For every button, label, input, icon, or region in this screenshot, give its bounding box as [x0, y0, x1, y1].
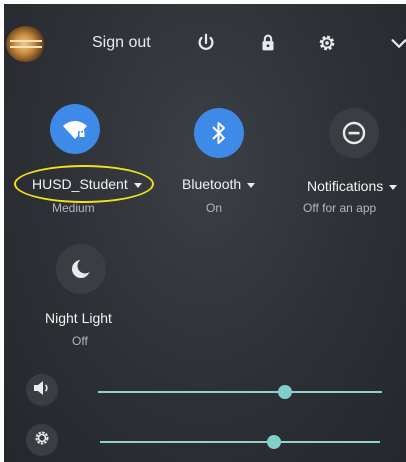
volume-slider-track[interactable]: [98, 391, 382, 393]
settings-gear-icon[interactable]: [316, 32, 338, 54]
bluetooth-label: Bluetooth: [182, 176, 242, 192]
night-light-status: Off: [72, 334, 88, 348]
brightness-button: [26, 424, 58, 456]
dropdown-caret-icon: [389, 184, 398, 190]
brightness-slider-track[interactable]: [100, 441, 380, 443]
user-avatar[interactable]: [6, 26, 46, 62]
do-not-disturb-icon: [341, 120, 367, 146]
notifications-label: Notifications: [307, 178, 384, 194]
collapse-chevron-icon[interactable]: [388, 32, 406, 54]
wifi-lock-icon: [61, 117, 89, 141]
bluetooth-dropdown[interactable]: Bluetooth: [182, 176, 256, 192]
power-icon[interactable]: [195, 32, 217, 54]
moon-icon: [68, 256, 94, 282]
brightness-icon: [33, 429, 51, 452]
speaker-icon: [33, 380, 51, 401]
wifi-signal-status: Medium: [52, 201, 95, 215]
sign-out-button[interactable]: Sign out: [92, 34, 151, 52]
volume-slider-thumb[interactable]: [278, 385, 293, 399]
bluetooth-icon: [209, 120, 229, 146]
bluetooth-status: On: [206, 201, 223, 215]
quick-settings-panel: Sign out HUSD_Student Medium Bluetooth O…: [4, 4, 406, 462]
brightness-slider-thumb[interactable]: [266, 435, 281, 449]
yellow-annotation-circle: [14, 165, 154, 203]
notifications-dropdown[interactable]: Notifications: [307, 178, 398, 194]
night-light-toggle-button[interactable]: [56, 244, 106, 294]
lock-icon[interactable]: [257, 32, 279, 54]
volume-mute-button[interactable]: [26, 374, 58, 406]
night-light-label: Night Light: [45, 310, 112, 326]
bluetooth-toggle-button[interactable]: [194, 108, 244, 158]
notifications-toggle-button[interactable]: [329, 108, 379, 158]
dropdown-caret-icon: [247, 182, 256, 188]
wifi-toggle-button[interactable]: [50, 104, 100, 154]
notifications-status: Off for an app: [303, 201, 377, 215]
